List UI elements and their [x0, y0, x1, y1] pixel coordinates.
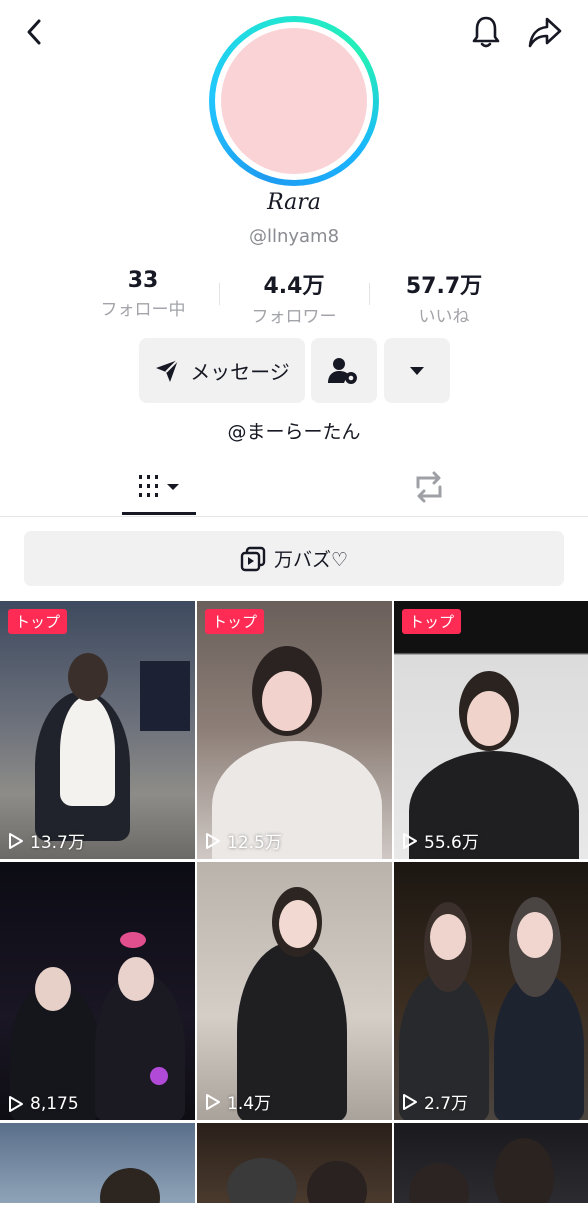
video-tile[interactable] [394, 1123, 588, 1203]
video-tile[interactable]: 1.4万 [197, 862, 392, 1120]
video-view-count: 13.7万 [8, 828, 85, 853]
video-thumbnail-head [100, 1168, 160, 1203]
video-thumbnail-face [262, 671, 312, 731]
more-options-button[interactable] [384, 338, 450, 403]
add-friend-button[interactable] [311, 338, 377, 403]
username: @llnyam8 [248, 226, 340, 247]
tab-reposts[interactable] [392, 466, 466, 508]
play-icon [9, 832, 23, 849]
video-view-count-text: 12.5万 [227, 833, 282, 853]
chevron-left-icon [27, 19, 41, 45]
video-view-count: 55.6万 [402, 828, 479, 853]
grid-lines-icon [139, 475, 179, 497]
video-tile[interactable]: トップ 12.5万 [197, 601, 392, 859]
video-thumbnail-head [494, 1138, 554, 1203]
avatar[interactable] [209, 16, 379, 186]
tab-active-indicator [122, 512, 196, 515]
video-view-count-text: 13.7万 [30, 833, 85, 853]
video-thumbnail-face [279, 900, 317, 948]
bell-icon [472, 16, 500, 48]
video-view-count-text: 2.7万 [424, 1094, 469, 1114]
video-thumbnail-scarf [60, 696, 115, 806]
bio-text[interactable]: @まーらーたん [0, 417, 588, 444]
play-icon [206, 832, 220, 849]
video-thumbnail-face [467, 691, 511, 746]
play-icon [403, 1093, 417, 1110]
top-badge: トップ [8, 609, 68, 634]
stat-followers-label: フォロワー [251, 307, 337, 327]
video-view-count-text: 55.6万 [424, 833, 479, 853]
play-icon [9, 1096, 23, 1112]
user-settings-icon [328, 357, 357, 384]
stat-following-label: フォロー中 [100, 300, 186, 320]
stat-following-value: 33 [127, 268, 159, 293]
notification-button[interactable] [468, 12, 504, 52]
video-tile[interactable] [0, 1123, 195, 1203]
video-view-count: 8,175 [8, 1094, 79, 1114]
caret-down-icon [410, 366, 424, 375]
video-thumbnail-ears [120, 932, 146, 948]
display-name: Rara [267, 190, 321, 215]
video-tile[interactable]: 8,175 [0, 862, 195, 1120]
share-arrow-icon [528, 17, 562, 48]
stat-followers-value: 4.4万 [263, 274, 325, 299]
video-view-count-text: 8,175 [30, 1094, 79, 1114]
play-icon [403, 832, 417, 849]
video-view-count: 2.7万 [402, 1089, 468, 1114]
video-thumbnail-face [35, 967, 71, 1011]
playlist-label: 万バズ♡ [273, 549, 349, 571]
video-thumbnail-head [227, 1158, 297, 1203]
video-thumbnail-face [430, 914, 466, 960]
stat-likes-label: いいね [418, 307, 470, 327]
top-badge: トップ [205, 609, 265, 634]
video-thumbnail-head [68, 653, 108, 701]
stat-likes-value: 57.7万 [405, 274, 483, 299]
video-thumbnail-face [118, 957, 154, 1001]
back-button[interactable] [18, 14, 50, 50]
video-thumbnail-building [140, 661, 190, 731]
message-button-label: メッセージ [190, 360, 290, 384]
repost-icon [416, 471, 442, 503]
tab-videos[interactable] [122, 466, 196, 508]
video-view-count: 12.5万 [205, 828, 282, 853]
video-tile[interactable]: トップ 13.7万 [0, 601, 195, 859]
stat-likes[interactable]: 57.7万 いいね [364, 268, 524, 327]
play-icon [206, 1093, 220, 1110]
message-button[interactable]: メッセージ [139, 338, 305, 403]
video-thumbnail-light [150, 1067, 168, 1085]
video-view-count: 1.4万 [205, 1089, 271, 1114]
avatar-image [221, 28, 367, 174]
playlist-button[interactable]: 万バズ♡ [24, 531, 564, 586]
video-tile[interactable]: 2.7万 [394, 862, 588, 1120]
profile-tab-bar [0, 458, 588, 517]
send-icon [156, 358, 179, 382]
video-thumbnail-face [517, 912, 553, 958]
video-thumbnail-head [409, 1163, 469, 1203]
share-button[interactable] [525, 12, 565, 52]
video-tile[interactable]: トップ 55.6万 [394, 601, 588, 859]
video-view-count-text: 1.4万 [227, 1094, 272, 1114]
top-badge: トップ [402, 609, 462, 634]
video-grid: トップ 13.7万 トップ 12.5万 トップ 55.6万 8,175 1.4万… [0, 601, 588, 1211]
video-tile[interactable] [197, 1123, 392, 1203]
video-thumbnail-head [307, 1161, 367, 1203]
playlist-icon [240, 546, 266, 571]
stat-followers[interactable]: 4.4万 フォロワー [214, 268, 374, 327]
stat-following[interactable]: 33 フォロー中 [63, 268, 223, 320]
